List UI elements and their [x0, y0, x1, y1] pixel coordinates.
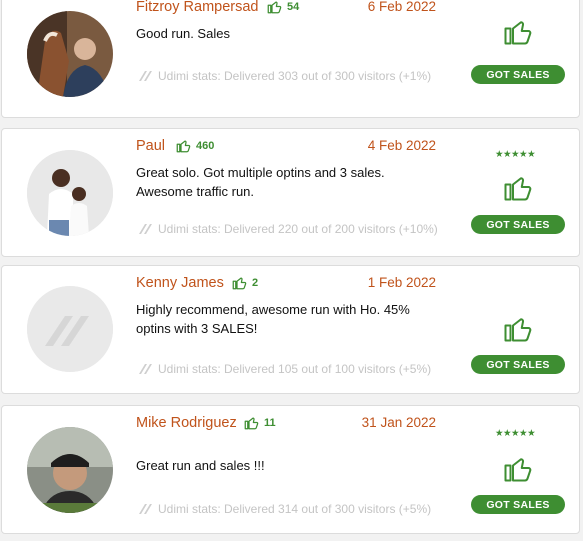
kudos-count: 54 — [267, 0, 299, 14]
review-date: 31 Jan 2022 — [361, 415, 436, 430]
udimi-stats-text: Udimi stats: Delivered 303 out of 300 vi… — [158, 69, 432, 83]
thumbs-up-icon — [244, 417, 259, 430]
udimi-logo-icon — [139, 224, 152, 234]
udimi-stats: Udimi stats: Delivered 314 out of 300 vi… — [139, 502, 431, 516]
review-date: 6 Feb 2022 — [367, 0, 436, 14]
avatar[interactable] — [27, 150, 113, 236]
udimi-stats-text: Udimi stats: Delivered 105 out of 100 vi… — [158, 362, 432, 376]
kudos-count: 2 — [232, 275, 258, 290]
udimi-logo-icon — [139, 364, 152, 374]
review-date: 1 Feb 2022 — [367, 275, 436, 290]
reviewer-name[interactable]: Kenny James — [136, 275, 224, 291]
got-sales-button[interactable]: GOT SALES — [471, 65, 565, 84]
thumbs-up-icon — [232, 277, 247, 290]
big-thumbs-up-icon — [504, 177, 532, 201]
kudos-value: 2 — [252, 276, 259, 289]
star-rating: ★★★★★ — [495, 428, 536, 439]
big-thumbs-up-icon — [504, 458, 532, 482]
kudos-count: 460 — [176, 138, 214, 153]
udimi-stats: Udimi stats: Delivered 303 out of 300 vi… — [139, 69, 431, 83]
got-sales-button[interactable]: GOT SALES — [471, 215, 565, 234]
avatar[interactable] — [27, 11, 113, 97]
avatar[interactable] — [27, 427, 113, 513]
udimi-stats-text: Udimi stats: Delivered 220 out of 200 vi… — [158, 222, 438, 236]
review-text: Great solo. Got multiple optins and 3 sa… — [136, 165, 385, 199]
udimi-stats: Udimi stats: Delivered 105 out of 100 vi… — [139, 362, 431, 376]
udimi-stats-text: Udimi stats: Delivered 314 out of 300 vi… — [158, 502, 432, 516]
reviewer-name[interactable]: Fitzroy Rampersad — [136, 0, 258, 15]
review-card: Fitzroy Rampersad 54 6 Feb 2022 Good run… — [1, 0, 580, 118]
udimi-logo-icon — [139, 71, 152, 81]
avatar[interactable] — [27, 286, 113, 372]
udimi-logo-icon — [139, 504, 152, 514]
review-text: Highly recommend, awesome run with Ho. 4… — [136, 302, 410, 336]
got-sales-button[interactable]: GOT SALES — [471, 495, 565, 514]
review-date: 4 Feb 2022 — [367, 138, 436, 153]
big-thumbs-up-icon — [504, 318, 532, 342]
kudos-value: 11 — [264, 416, 276, 429]
reviewer-name[interactable]: Paul — [136, 138, 165, 154]
kudos-count: 11 — [244, 415, 276, 430]
udimi-stats: Udimi stats: Delivered 220 out of 200 vi… — [139, 222, 438, 236]
thumbs-up-icon — [176, 140, 191, 153]
review-text: Great run and sales !!! — [136, 458, 265, 473]
big-thumbs-up-icon — [504, 21, 532, 45]
review-card: Paul 460 4 Feb 2022 Great solo. Got mult… — [1, 128, 580, 257]
reviewer-name[interactable]: Mike Rodriguez — [136, 415, 237, 431]
kudos-value: 54 — [287, 0, 300, 13]
got-sales-button[interactable]: GOT SALES — [471, 355, 565, 374]
kudos-value: 460 — [196, 139, 215, 152]
star-rating: ★★★★★ — [495, 149, 536, 160]
thumbs-up-icon — [267, 1, 282, 14]
review-text: Good run. Sales — [136, 26, 230, 41]
review-card: Mike Rodriguez 11 31 Jan 2022 Great run … — [1, 405, 580, 534]
review-card: Kenny James 2 1 Feb 2022 Highly recommen… — [1, 265, 580, 394]
